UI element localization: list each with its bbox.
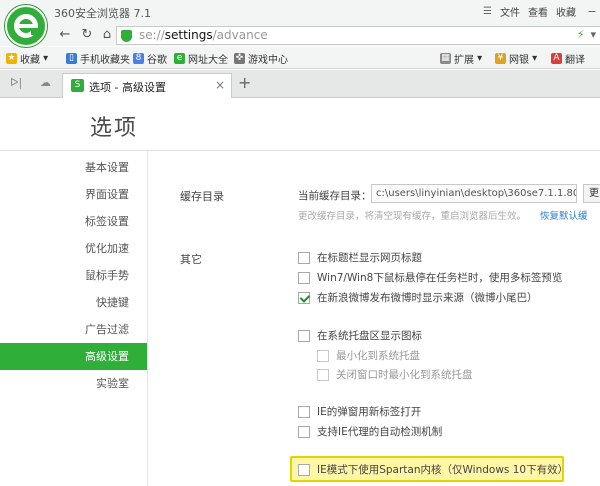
url-text: se://settings/advance <box>139 28 268 42</box>
menu-view[interactable]: 查看 <box>528 4 548 19</box>
page-title: 选项 <box>90 116 139 141</box>
sidebar-item-advanced[interactable]: 高级设置 <box>0 343 147 370</box>
checkbox[interactable] <box>298 405 310 418</box>
dropdown-arrow-icon[interactable]: ▾ <box>590 28 596 41</box>
sidebar-item-tabs[interactable]: 标签设置 <box>85 209 129 235</box>
security-shield-icon <box>121 30 132 42</box>
title-bar: 360安全浏览器 7.1 ☰ 文件 查看 收藏 − <box>0 0 600 24</box>
close-icon[interactable]: × <box>215 78 225 92</box>
sidebar-item-gestures[interactable]: 鼠标手势 <box>85 263 129 289</box>
option-close-to-tray[interactable]: 关闭窗口时最小化到系统托盘 <box>317 367 473 382</box>
sidebar-item-shortcuts[interactable]: 快捷键 <box>96 290 129 316</box>
option-minimize-to-tray[interactable]: 最小化到系统托盘 <box>317 348 420 363</box>
bookmark-google[interactable]: 8 谷歌 <box>133 51 167 66</box>
bookmark-mobile[interactable]: ▯ 手机收藏夹 <box>66 51 130 66</box>
home-icon[interactable]: ⌂ <box>98 26 116 44</box>
new-tab-icon[interactable]: + <box>238 73 251 92</box>
checkbox[interactable] <box>298 271 310 284</box>
option-tray-icon[interactable]: 在系统托盘区显示图标 <box>298 328 422 343</box>
speed-mode-icon[interactable]: ⚡ <box>577 28 585 41</box>
checkbox[interactable] <box>298 329 310 342</box>
cloud-icon[interactable]: ☁ <box>40 76 51 89</box>
browser-logo-icon[interactable] <box>5 5 47 47</box>
settings-tab-icon: S <box>71 79 84 92</box>
gamepad-icon: ✜ <box>234 53 245 64</box>
skin-icon[interactable]: ☰ <box>483 6 492 17</box>
checkbox-checked[interactable] <box>298 291 310 304</box>
google-icon: 8 <box>133 53 144 64</box>
checkbox[interactable] <box>298 425 310 438</box>
url-actions: ⚡ ▾ <box>577 28 596 41</box>
sidebar-item-optimize[interactable]: 优化加速 <box>85 236 129 262</box>
option-show-page-title[interactable]: 在标题栏显示网页标题 <box>298 250 422 265</box>
bookmark-sitenav[interactable]: e 网址大全 <box>174 51 228 66</box>
bookmarks-bar: ★ 收藏 ▾ ▯ 手机收藏夹 8 谷歌 e 网址大全 ✜ 游戏中心 ▦ 扩展 ▾ ¥ 网银 ▾… <box>0 47 600 69</box>
checkbox[interactable] <box>317 349 329 362</box>
translate-icon: A <box>551 53 562 64</box>
tab-advanced-settings[interactable]: S 选项 - 高级设置 × <box>62 73 232 98</box>
option-taskbar-preview[interactable]: Win7/Win8下鼠标悬停在任务栏时，使用多标签预览 <box>298 270 562 285</box>
address-bar: ← ↻ ⌂ se://settings/advance ⚡ ▾ <box>0 24 600 46</box>
option-weibo-source[interactable]: 在新浪微博发布微博时显示来源（微博小尾巴） <box>298 290 538 305</box>
site-nav-icon: e <box>174 53 185 64</box>
translate-button[interactable]: A 翻译 <box>551 51 585 66</box>
cache-path-field[interactable]: c:\users\linyinian\desktop\360se7.1.1.80… <box>371 184 577 203</box>
menu-file[interactable]: 文件 <box>500 4 520 19</box>
checkbox[interactable] <box>298 463 310 476</box>
url-input[interactable]: se://settings/advance ⚡ ▾ <box>116 26 600 45</box>
cache-section-label: 缓存目录 <box>180 190 224 203</box>
settings-sidebar: 基本设置 界面设置 标签设置 优化加速 鼠标手势 快捷键 广告过滤 高级设置 实… <box>0 151 148 486</box>
title-bar-controls: ☰ 文件 查看 收藏 − <box>475 4 600 19</box>
restore-default-link[interactable]: 恢复默认缓 <box>540 211 588 222</box>
cache-current-label: 当前缓存目录： <box>298 190 372 202</box>
netbank-button[interactable]: ¥ 网银 ▾ <box>495 51 537 66</box>
window-title: 360安全浏览器 7.1 <box>54 7 151 20</box>
checkbox[interactable] <box>298 251 310 264</box>
checkbox[interactable] <box>317 368 329 381</box>
sidebar-toggle-icon[interactable]: ᐅ| <box>10 76 22 89</box>
phone-icon: ▯ <box>66 53 77 64</box>
sidebar-item-basic[interactable]: 基本设置 <box>85 155 129 181</box>
menu-favorites[interactable]: 收藏 <box>556 4 576 19</box>
cache-note: 更改缓存目录，将清空现有缓存，重启浏览器后生效。 恢复默认缓 <box>298 211 588 222</box>
extensions-icon: ▦ <box>440 53 451 64</box>
refresh-icon[interactable]: ↻ <box>78 26 96 44</box>
sidebar-item-adblock[interactable]: 广告过滤 <box>85 317 129 343</box>
minimize-icon[interactable]: − <box>584 5 600 18</box>
tab-label: 选项 - 高级设置 <box>89 81 166 94</box>
back-icon[interactable]: ← <box>56 26 74 44</box>
star-icon: ★ <box>6 53 17 64</box>
extensions-button[interactable]: ▦ 扩展 ▾ <box>440 51 482 66</box>
netbank-icon: ¥ <box>495 53 506 64</box>
sidebar-item-lab[interactable]: 实验室 <box>96 371 129 397</box>
option-ie-popup-tab[interactable]: IE的弹窗用新标签打开 <box>298 404 421 419</box>
bookmark-favorites[interactable]: ★ 收藏 ▾ <box>6 51 48 66</box>
other-section-label: 其它 <box>180 253 202 266</box>
tab-bar: ᐅ| ☁ S 选项 - 高级设置 × + <box>0 70 600 98</box>
bookmark-games[interactable]: ✜ 游戏中心 <box>234 51 288 66</box>
settings-page: 选项 基本设置 界面设置 标签设置 优化加速 鼠标手势 快捷键 广告过滤 高级设… <box>0 98 600 486</box>
option-ie-proxy-detect[interactable]: 支持IE代理的自动检测机制 <box>298 424 442 439</box>
cache-change-button[interactable]: 更 <box>583 184 600 203</box>
option-spartan-kernel[interactable]: IE模式下使用Spartan内核（仅Windows 10下有效） <box>298 462 568 477</box>
sidebar-item-interface[interactable]: 界面设置 <box>85 182 129 208</box>
